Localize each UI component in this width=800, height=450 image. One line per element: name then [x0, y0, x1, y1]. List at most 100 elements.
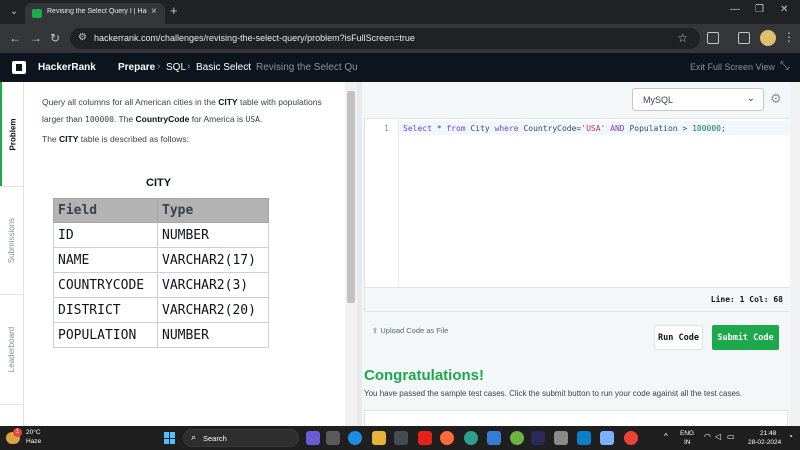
- page-scrollbar[interactable]: [790, 82, 800, 426]
- reload-icon[interactable]: ↻: [50, 31, 60, 45]
- extensions-icon[interactable]: [707, 32, 719, 44]
- editor-toolbar: MySQL ⌄ ⚙: [362, 82, 800, 118]
- app-icon[interactable]: [440, 431, 454, 445]
- tab-submissions[interactable]: Submissions: [0, 186, 24, 294]
- browser-toolbar: ← → ↻ ⚙ hackerrank.com/challenges/revisi…: [0, 24, 800, 53]
- line-number-gutter: 1: [365, 119, 399, 287]
- wifi-icon[interactable]: ◠: [704, 432, 711, 441]
- search-icon: ⌕: [191, 432, 197, 442]
- breadcrumb-sql[interactable]: SQL: [166, 62, 186, 73]
- browser-tab-strip: ⌄ Revising the Select Query I | HackerRa…: [0, 0, 800, 24]
- input-region[interactable]: IN: [684, 439, 691, 446]
- task-view-icon[interactable]: [326, 431, 340, 445]
- site-info-icon[interactable]: ⚙: [78, 32, 87, 43]
- breadcrumb-chevron-icon: ›: [246, 61, 250, 72]
- vertical-tabs: Problem Submissions Leaderboard: [0, 82, 24, 426]
- weather-badge: 1: [13, 428, 22, 437]
- tab-search-icon[interactable]: ⌄: [6, 4, 22, 20]
- clock-date[interactable]: 28-02-2024: [748, 439, 781, 446]
- bookmark-star-icon[interactable]: ☆: [677, 31, 688, 45]
- search-label: Search: [203, 434, 227, 443]
- type-cell: VARCHAR2(20): [157, 297, 269, 323]
- browser-tab[interactable]: Revising the Select Query I | HackerRank…: [25, 3, 165, 24]
- code-editor[interactable]: 1 Select * from City where CountryCode='…: [364, 118, 798, 288]
- battery-icon[interactable]: ▭: [727, 432, 735, 441]
- tray-overflow-icon[interactable]: ^: [664, 432, 668, 441]
- youtube-icon[interactable]: [418, 431, 432, 445]
- submit-code-button[interactable]: Submit Code: [712, 325, 779, 350]
- code-line[interactable]: Select * from City where CountryCode='US…: [403, 124, 726, 133]
- collapse-fullscreen-icon[interactable]: ⤡: [780, 60, 789, 73]
- tab-title: Revising the Select Query I | HackerRank: [47, 8, 147, 15]
- store-icon[interactable]: [394, 431, 408, 445]
- weather-temperature[interactable]: 20°C: [26, 429, 41, 436]
- editor-status-bar: Line: 1 Col: 68: [364, 288, 798, 312]
- app-icon[interactable]: [510, 431, 524, 445]
- restore-icon[interactable]: ❐: [755, 4, 764, 15]
- tab-close-icon[interactable]: ×: [151, 6, 157, 17]
- file-explorer-icon[interactable]: [372, 431, 386, 445]
- result-title: Congratulations!: [364, 367, 484, 384]
- url-text[interactable]: hackerrank.com/challenges/revising-the-s…: [94, 33, 415, 43]
- clock-time[interactable]: 21:48: [760, 430, 776, 437]
- problem-scrollbar-thumb[interactable]: [347, 91, 355, 303]
- upload-icon: ⇪: [372, 326, 379, 335]
- taskbar-search[interactable]: ⌕ Search: [183, 429, 299, 447]
- field-cell: DISTRICT: [53, 297, 158, 323]
- city-schema-table: Field Type ID NUMBER NAME VARCHAR2(17) C…: [53, 198, 269, 348]
- field-cell: NAME: [53, 247, 158, 273]
- photos-icon[interactable]: [487, 431, 501, 445]
- chatgpt-icon[interactable]: [464, 431, 478, 445]
- tab-problem-label: Problem: [8, 117, 18, 151]
- forward-icon[interactable]: →: [30, 31, 42, 45]
- edge-browser-icon[interactable]: [348, 431, 362, 445]
- tab-leaderboard-label: Leaderboard: [7, 326, 17, 372]
- volume-icon[interactable]: ◁: [715, 432, 721, 441]
- weather-condition[interactable]: Haze: [26, 438, 41, 445]
- type-cell: NUMBER: [157, 222, 269, 248]
- windows-start-icon[interactable]: [164, 432, 176, 444]
- field-cell: POPULATION: [53, 322, 158, 348]
- vscode-icon[interactable]: [577, 431, 591, 445]
- breadcrumb-prepare[interactable]: Prepare: [118, 62, 155, 73]
- tab-leaderboard[interactable]: Leaderboard: [0, 294, 24, 404]
- browser-menu-icon[interactable]: ⋮: [783, 30, 795, 44]
- chrome-icon[interactable]: [624, 431, 638, 445]
- address-bar[interactable]: ⚙ hackerrank.com/challenges/revising-the…: [70, 28, 700, 49]
- jetbrains-icon[interactable]: [531, 431, 545, 445]
- line-number: 1: [384, 124, 389, 133]
- problem-paragraph-1: Query all columns for all American citie…: [42, 97, 322, 124]
- brand-name[interactable]: HackerRank: [38, 62, 96, 73]
- back-icon[interactable]: ←: [9, 31, 21, 45]
- close-window-icon[interactable]: ✕: [780, 4, 788, 15]
- type-cell: NUMBER: [157, 322, 269, 348]
- app-icon[interactable]: [600, 431, 614, 445]
- profile-avatar-icon[interactable]: [760, 30, 776, 46]
- field-cell: ID: [53, 222, 158, 248]
- exit-fullscreen-link[interactable]: Exit Full Screen View: [690, 62, 775, 72]
- column-header-field: Field: [53, 198, 158, 223]
- language-value: MySQL: [643, 95, 674, 105]
- minimize-icon[interactable]: —: [730, 4, 740, 15]
- side-panel-icon[interactable]: [738, 32, 750, 44]
- breadcrumb-current: Revising the Select Query I: [256, 62, 358, 73]
- breadcrumb-basic-select[interactable]: Basic Select: [196, 62, 251, 73]
- test-results-panel: [364, 410, 788, 426]
- hackerrank-header: HackerRank Prepare › SQL › Basic Select …: [0, 53, 800, 82]
- copilot-icon[interactable]: [306, 431, 320, 445]
- tab-problem[interactable]: Problem: [0, 82, 24, 186]
- editor-settings-gear-icon[interactable]: ⚙: [770, 91, 782, 107]
- app-icon[interactable]: [554, 431, 568, 445]
- run-code-button[interactable]: Run Code: [654, 325, 703, 350]
- breadcrumb-chevron-icon: ›: [157, 61, 161, 72]
- table-row: POPULATION NUMBER: [53, 322, 269, 348]
- upload-code-link[interactable]: ⇪ Upload Code as File: [372, 326, 448, 335]
- table-caption: CITY: [146, 177, 172, 189]
- hackerrank-favicon-icon: [32, 9, 42, 18]
- input-language[interactable]: ENG: [680, 430, 694, 437]
- notification-bell-icon[interactable]: ◔: [788, 432, 793, 441]
- tab-submissions-label: Submissions: [7, 217, 17, 263]
- language-select[interactable]: MySQL ⌄: [632, 88, 764, 111]
- new-tab-icon[interactable]: +: [170, 3, 178, 18]
- hackerrank-logo-icon[interactable]: [12, 61, 26, 74]
